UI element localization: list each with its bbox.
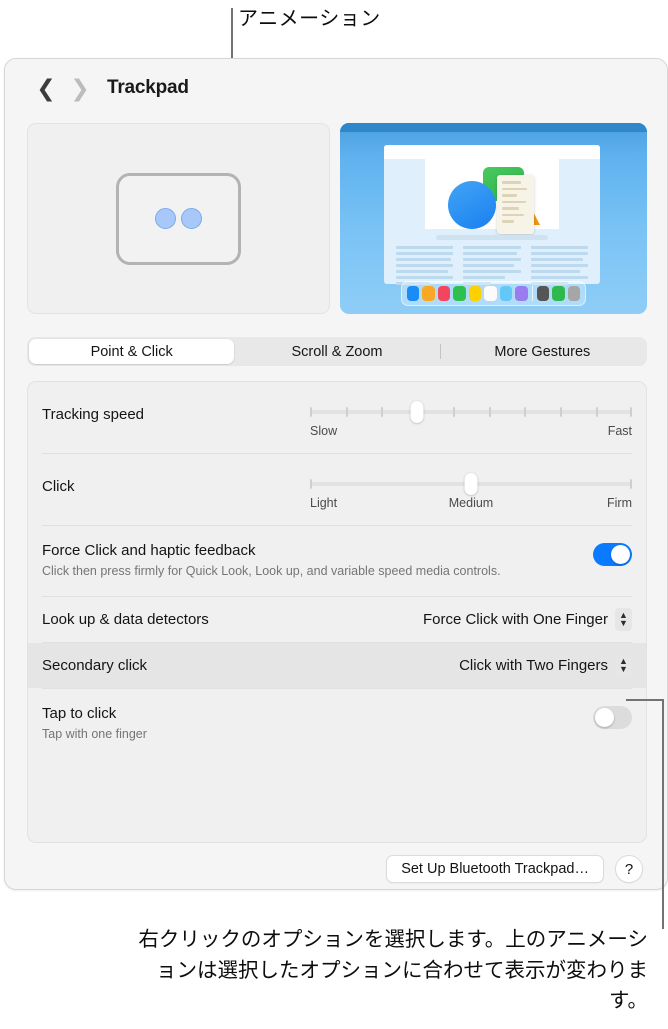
tab-label: Point & Click [90,343,173,360]
slider-track[interactable] [310,473,632,495]
row-tracking-speed: Tracking speed Slow Fast [28,382,646,453]
dock-icon [484,286,497,301]
force-click-description: Click then press firmly for Quick Look, … [42,564,501,578]
dock-icon [468,286,482,301]
trackpad-outline-icon [116,172,241,265]
chevron-left-icon[interactable]: ❮ [29,71,63,105]
force-click-label: Force Click and haptic feedback [42,542,256,559]
desktop-preview [340,123,647,314]
slider-min-label: Light [310,496,338,510]
screenshot-root: アニメーション ❮ ❯ Trackpad Point & Click Scrol… [0,0,668,1029]
tap-to-click-description: Tap with one finger [42,727,147,742]
force-click-toggle[interactable] [593,543,632,566]
dock-icon [536,286,550,301]
tracking-speed-slider[interactable]: Slow Fast [310,400,632,439]
callout-label-animation: アニメーション [238,8,381,30]
toggle-knob [595,708,614,728]
blue-circle-icon [448,181,496,229]
click-label: Click [42,478,75,495]
row-tap-to-click: Tap to click Tap with one finger [28,689,646,759]
callout-line-bottom-horizontal [626,699,664,701]
tab-point-and-click[interactable]: Point & Click [29,339,235,364]
page-title: Trackpad [107,77,189,98]
finger-dot-icon [155,208,176,229]
settings-card: Tracking speed Slow Fast Click Light Med… [27,381,647,843]
finger-dot-icon [181,208,202,229]
tracking-speed-legend: Slow Fast [310,424,632,439]
slider-track[interactable] [310,401,632,423]
dock-icon [437,286,451,301]
tab-bar: Point & Click Scroll & Zoom More Gesture… [27,337,647,366]
row-secondary-click: Secondary click Click with Two Fingers ▲… [28,643,646,689]
slider-min-label: Slow [310,424,338,438]
secondary-click-popup[interactable]: Click with Two Fingers ▲ ▼ [459,654,632,678]
desktop-menubar [340,123,647,132]
desktop-canvas [425,159,559,229]
dock-icon [407,286,420,301]
tab-scroll-and-zoom[interactable]: Scroll & Zoom [234,339,441,364]
desktop-dock [401,281,586,306]
document-card-icon [497,175,534,234]
row-force-click: Force Click and haptic feedback Click th… [28,526,646,596]
secondary-click-label: Secondary click [42,657,148,675]
chevron-right-icon[interactable]: ❯ [63,71,97,105]
dock-icon [499,286,513,301]
dock-icon [567,286,580,301]
look-up-label: Look up & data detectors [42,611,209,629]
dock-icon [453,286,466,301]
dock-icon [552,286,565,301]
desktop-window-titlebar [384,145,600,159]
desktop-underline-bar [436,235,548,240]
slider-max-label: Firm [607,496,632,510]
look-up-value: Force Click with One Finger [422,611,608,629]
row-click: Click Light Medium Firm [28,454,646,525]
chevron-up-down-icon[interactable]: ▲ ▼ [615,654,632,678]
secondary-click-value: Click with Two Fingers [459,657,608,675]
slider-max-label: Fast [607,424,632,438]
look-up-popup[interactable]: Force Click with One Finger ▲ ▼ [422,608,632,632]
tap-to-click-label: Tap to click [42,705,117,723]
setup-bluetooth-trackpad-button[interactable]: Set Up Bluetooth Trackpad… [386,855,604,883]
tab-more-gestures[interactable]: More Gestures [440,339,645,364]
trackpad-animation [27,123,330,314]
dock-icon [422,286,435,301]
tab-label: Scroll & Zoom [291,343,383,360]
settings-window: ❮ ❯ Trackpad Point & Click Scroll & Zoom… [4,58,668,890]
toggle-knob [611,545,630,564]
preview-row [27,123,647,314]
dock-separator [531,286,533,301]
window-toolbar: ❮ ❯ Trackpad [5,59,667,117]
tracking-speed-label: Tracking speed [42,406,144,423]
tap-to-click-toggle[interactable] [593,706,632,730]
slider-thumb[interactable] [410,401,424,423]
dock-icon [515,286,528,301]
click-slider[interactable]: Light Medium Firm [310,472,632,511]
row-look-up: Look up & data detectors Force Click wit… [28,597,646,642]
desktop-window-mock [384,145,600,285]
window-footer: Set Up Bluetooth Trackpad… ? [5,855,667,883]
slider-mid-label: Medium [448,496,494,510]
slider-thumb[interactable] [464,473,478,495]
tab-label: More Gestures [494,343,591,360]
click-legend: Light Medium Firm [310,496,632,511]
callout-line-bottom-vertical [662,699,664,929]
callout-caption-secondary-click: 右クリックのオプションを選択します。上のアニメーションは選択したオプションに合わ… [138,927,648,1013]
help-button[interactable]: ? [615,855,643,883]
chevron-up-down-icon[interactable]: ▲ ▼ [615,608,632,632]
